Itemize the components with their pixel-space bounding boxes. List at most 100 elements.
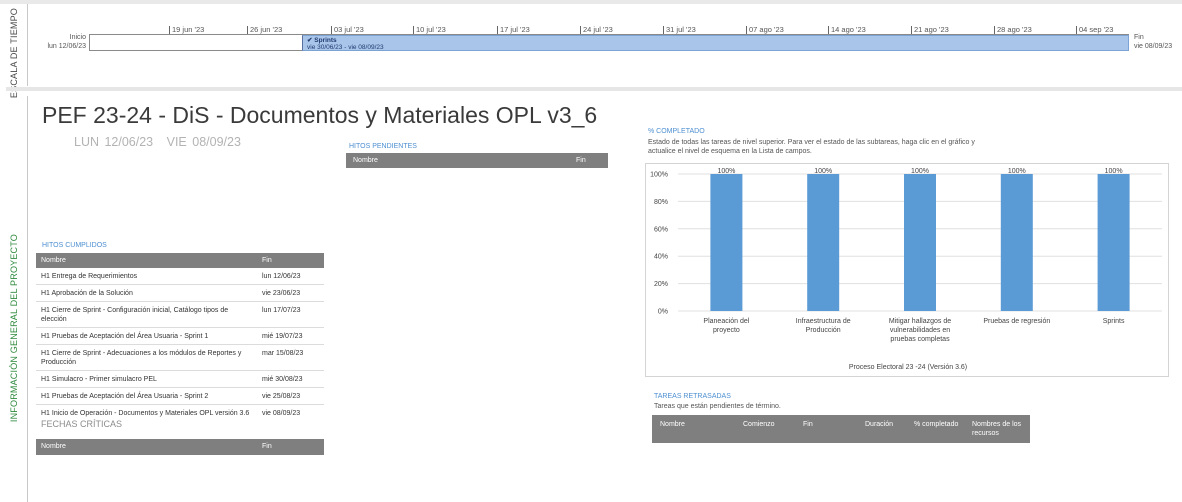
- project-start: LUN 12/06/23: [74, 135, 154, 149]
- timeline-start-label: Inicio: [69, 34, 86, 41]
- hitos-cumplidos-table: Nombre Fin H1 Entrega de Requerimientos …: [36, 253, 324, 433]
- fechas-criticas-label: FECHAS CRÍTICAS: [41, 419, 123, 429]
- tareas-retrasadas-label: TAREAS RETRASADAS: [654, 393, 731, 400]
- timeline-tick: 26 jun '23: [247, 26, 282, 34]
- project-side-label: INFORMACIÓN GENERAL DEL PROYECTO: [9, 234, 19, 423]
- category-label: Planeación del proyecto: [703, 318, 749, 334]
- timeline-tick: 07 ago '23: [746, 26, 784, 34]
- category-label: Infraestructura de Producción: [796, 318, 851, 334]
- col-fin: Fin: [803, 421, 813, 428]
- sprint-dates: vie 30/06/23 - vie 08/09/23: [307, 44, 384, 51]
- row-date: vie 25/08/23: [262, 393, 301, 400]
- y-tick-label: 80%: [654, 199, 668, 206]
- checkmark-icon: ✔: [307, 37, 313, 44]
- col-fin: Fin: [262, 443, 272, 450]
- col-completado: % completado: [914, 421, 959, 428]
- row-date: vie 08/09/23: [262, 410, 301, 417]
- timeline-start: Inicio lun 12/06/23: [40, 33, 86, 51]
- row-name: H1 Entrega de Requerimientos: [41, 273, 138, 280]
- timeline-tick: 28 ago '23: [994, 26, 1032, 34]
- table-row[interactable]: H1 Cierre de Sprint - Configuración inic…: [36, 302, 324, 328]
- y-tick-label: 100%: [650, 172, 668, 179]
- row-name: H1 Simulacro - Primer simulacro PEL: [41, 376, 157, 383]
- bar: [710, 174, 743, 311]
- y-tick-label: 20%: [654, 281, 668, 288]
- bar: [1097, 174, 1130, 311]
- row-name: H1 Pruebas de Aceptación del Área Usuari…: [41, 333, 209, 340]
- timeline-end-label: Fin: [1134, 34, 1144, 41]
- row-date: mié 19/07/23: [262, 333, 303, 340]
- sprint-name-text: Sprints: [314, 37, 337, 44]
- tareas-retrasadas-header: Nombre Comienzo Fin Duración % completad…: [652, 415, 1030, 443]
- table-row[interactable]: H1 Simulacro - Primer simulacro PEL mié …: [36, 371, 324, 388]
- col-nombre: Nombre: [41, 257, 66, 264]
- data-label: 100%: [717, 168, 735, 175]
- page-title: PEF 23-24 - DiS - Documentos y Materiale…: [42, 102, 598, 128]
- row-date: lun 12/06/23: [262, 273, 301, 280]
- hitos-pendientes-header: Nombre Fin: [346, 153, 608, 168]
- project-dates: LUN 12/06/23 VIE 08/09/23: [74, 135, 241, 149]
- bar: [807, 174, 840, 311]
- y-tick-label: 40%: [654, 254, 668, 261]
- col-nombre: Nombre: [660, 421, 685, 428]
- col-fin: Fin: [262, 257, 272, 264]
- row-name: H1 Aprobación de la Solución: [41, 290, 133, 297]
- category-label: Sprints: [1103, 318, 1125, 325]
- timeline-end: Fin vie 08/09/23: [1134, 33, 1180, 51]
- row-date: mar 15/08/23: [262, 350, 304, 357]
- table-row[interactable]: H1 Pruebas de Aceptación del Área Usuari…: [36, 388, 324, 405]
- data-label: 100%: [911, 168, 929, 175]
- table-header: Nombre Fin: [36, 253, 324, 268]
- timeline-tick: 19 jun '23: [169, 26, 204, 34]
- project-end: VIE 08/09/23: [166, 135, 241, 149]
- chart-svg: 0% 20% 40% 60% 80% 100% 100% Planeación del proy…: [650, 168, 1162, 371]
- timeline-tick: 24 jul '23: [580, 26, 613, 34]
- timeline-start-date: lun 12/06/23: [47, 43, 86, 50]
- row-name: H1 Cierre de Sprint - Configuración inic…: [41, 307, 229, 323]
- sprint-name: ✔ Sprints: [307, 36, 337, 44]
- timeline-end-date: vie 08/09/23: [1134, 43, 1173, 50]
- timeline-tick: 03 jul '23: [331, 26, 364, 34]
- tareas-retrasadas-subtitle: Tareas que están pendientes de término.: [654, 403, 781, 410]
- col-nombre: Nombre: [41, 443, 66, 450]
- bar: [904, 174, 936, 311]
- table-row[interactable]: H1 Entrega de Requerimientos lun 12/06/2…: [36, 268, 324, 285]
- col-duracion: Duración: [865, 421, 894, 428]
- row-date: mié 30/08/23: [262, 376, 303, 383]
- completado-description: Estado de todas las tareas de nivel supe…: [648, 139, 975, 155]
- timeline-tick: 17 jul '23: [497, 26, 530, 34]
- row-date: lun 17/07/23: [262, 307, 301, 314]
- hitos-cumplidos-label: HITOS CUMPLIDOS: [42, 242, 107, 249]
- hitos-pendientes-label: HITOS PENDIENTES: [349, 143, 417, 150]
- col-recursos: Nombres de los recursos: [972, 421, 1022, 437]
- row-name: H1 Inicio de Operación - Documentos y Ma…: [41, 410, 250, 417]
- table-row[interactable]: H1 Pruebas de Aceptación del Área Usuari…: [36, 328, 324, 345]
- y-tick-label: 0%: [658, 309, 668, 316]
- sprint-bar[interactable]: ✔ Sprints vie 30/06/23 - vie 08/09/23: [302, 35, 1129, 51]
- timeline-tick: 31 jul '23: [663, 26, 696, 34]
- table-row[interactable]: H1 Cierre de Sprint - Adecuaciones a los…: [36, 345, 324, 371]
- timeline[interactable]: Inicio lun 12/06/23 ✔ Sprints vie 30/06/…: [0, 0, 1182, 86]
- row-date: vie 23/06/23: [262, 290, 301, 297]
- col-nombre: Nombre: [353, 157, 378, 164]
- timeline-tick: 21 ago '23: [911, 26, 949, 34]
- x-axis-label: Proceso Electoral 23 -24 (Versión 3.6): [849, 364, 967, 371]
- category-label: Mitigar hallazgos de vulnerabilidades en p…: [889, 318, 951, 343]
- row-name: H1 Pruebas de Aceptación del Área Usuari…: [41, 393, 209, 400]
- y-tick-label: 60%: [654, 226, 668, 233]
- category-label: Pruebas de regresión: [983, 318, 1050, 325]
- table-row[interactable]: H1 Aprobación de la Solución vie 23/06/2…: [36, 285, 324, 302]
- project-side-strip: INFORMACIÓN GENERAL DEL PROYECTO: [6, 96, 28, 502]
- data-label: 100%: [814, 168, 832, 175]
- completado-label: % COMPLETADO: [648, 128, 705, 135]
- timeline-tick: 04 sep '23: [1076, 26, 1113, 34]
- section-divider: [6, 87, 1182, 91]
- fechas-criticas-header: Nombre Fin: [36, 439, 324, 455]
- timeline-tick: 14 ago '23: [828, 26, 866, 34]
- percent-complete-chart[interactable]: 0% 20% 40% 60% 80% 100% 100% Planeación del proy…: [645, 163, 1169, 377]
- data-label: 100%: [1008, 168, 1026, 175]
- col-comienzo: Comienzo: [743, 421, 775, 428]
- bar: [1000, 174, 1033, 311]
- col-fin: Fin: [576, 157, 586, 164]
- row-name: H1 Cierre de Sprint - Adecuaciones a los…: [41, 350, 242, 366]
